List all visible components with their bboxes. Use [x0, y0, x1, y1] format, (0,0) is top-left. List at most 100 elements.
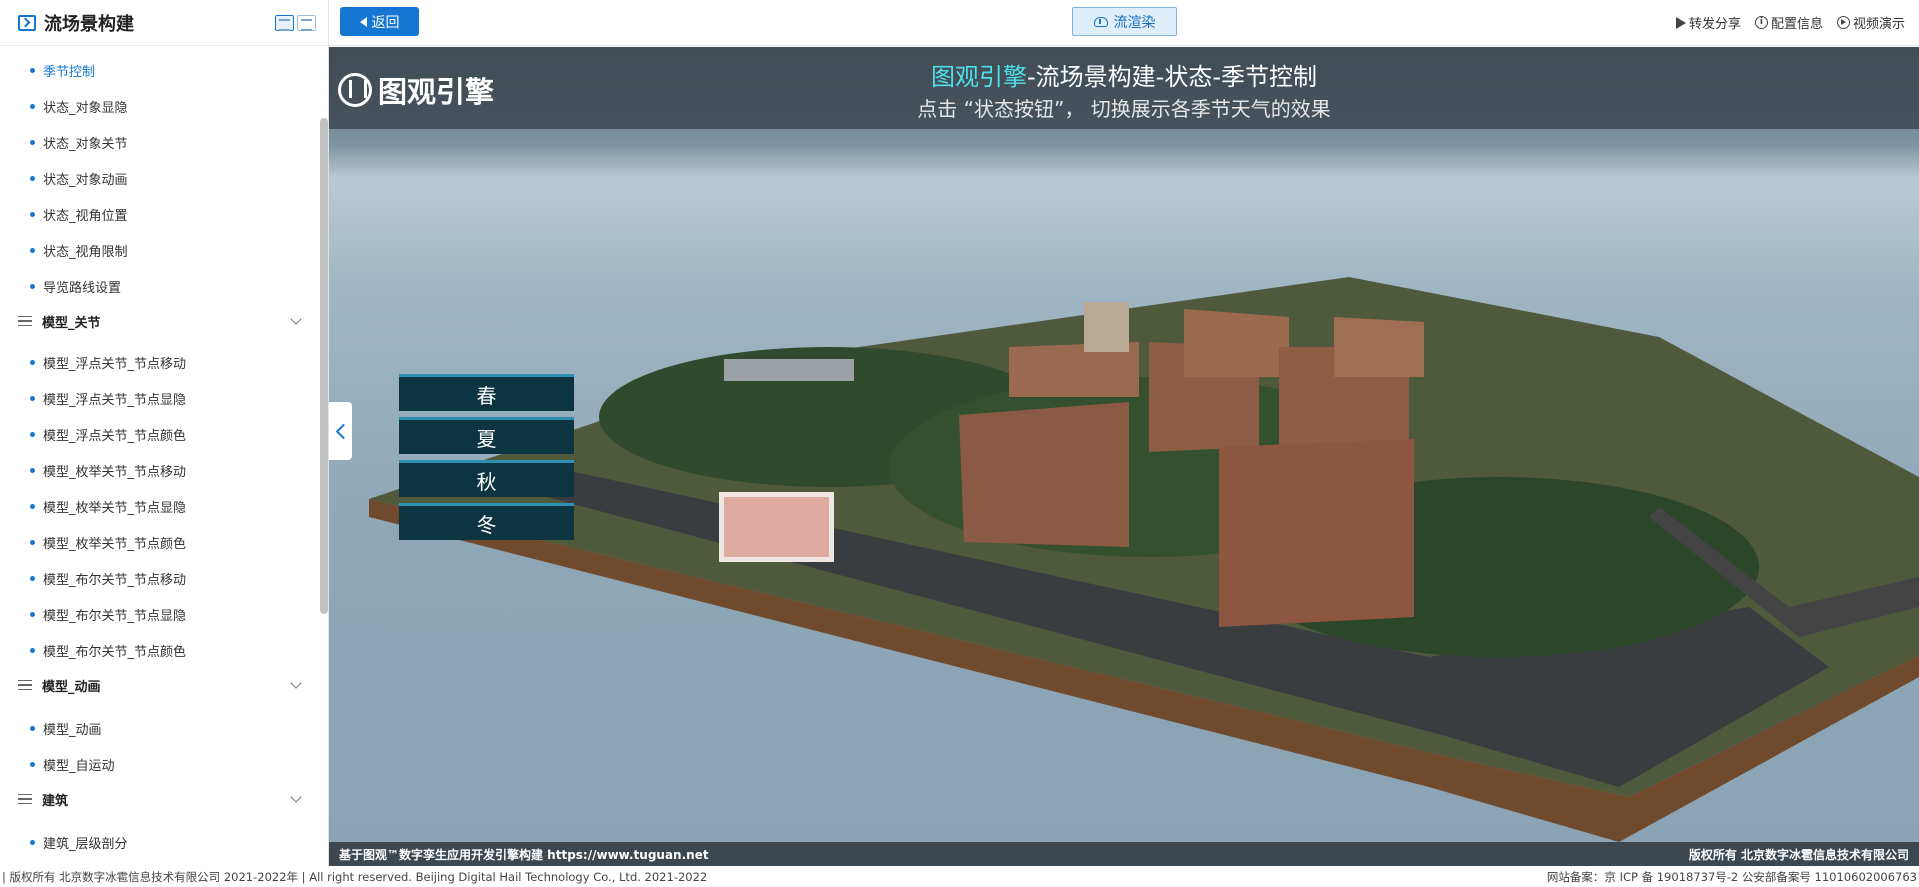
- sidebar-item[interactable]: 状态_视角位置: [30, 204, 128, 224]
- chevron-left-icon: [335, 423, 351, 439]
- sidebar-item[interactable]: 模型_浮点关节_节点显隐: [30, 388, 186, 408]
- stream-render-button[interactable]: 流渲染: [1072, 7, 1177, 36]
- sidebar-item-label: 状态_对象动画: [43, 172, 128, 188]
- sidebar-item[interactable]: 模型_自运动: [30, 754, 115, 774]
- sidebar-collapse-button[interactable]: [329, 402, 352, 460]
- sidebar-group-label: 建筑: [42, 793, 69, 809]
- bullet-icon: [30, 139, 35, 145]
- config-link[interactable]: i 配置信息: [1754, 13, 1823, 32]
- sidebar-item[interactable]: 模型_浮点关节_节点移动: [30, 352, 186, 372]
- back-arrow-icon: [359, 16, 367, 27]
- sidebar-item-label: 模型_布尔关节_节点颜色: [43, 644, 187, 660]
- topbar: 返回 流渲染 转发分享 i 配置信息 视频演示: [329, 0, 1919, 46]
- season-buttons: 春 夏 秋 冬: [399, 374, 574, 546]
- sidebar-item-label: 季节控制: [43, 64, 96, 80]
- sidebar-item[interactable]: 模型_枚举关节_节点颜色: [30, 532, 186, 552]
- sidebar-item[interactable]: 状态_视角限制: [30, 240, 128, 260]
- terminal-icon: [18, 14, 36, 31]
- sidebar-menu: 季节控制状态_对象显隐状态_对象关节 状态_对象动画 状态_视角位置 状态_视角限制导…: [0, 46, 318, 866]
- scene-viewport[interactable]: 图观引擎 图观引擎-流场景构建-状态-季节控制 点击 “状态按钮”， 切换展示各…: [329, 47, 1919, 866]
- sidebar-item[interactable]: 建筑_层级剖分: [30, 832, 128, 852]
- sidebar-item[interactable]: 状态_对象动画: [30, 168, 128, 188]
- bullet-icon: [30, 611, 35, 617]
- sidebar-group[interactable]: 建筑: [18, 788, 306, 810]
- bullet-icon: [30, 431, 35, 437]
- season-autumn-button[interactable]: 秋: [399, 460, 574, 497]
- play-icon: [1836, 16, 1850, 29]
- cloud-upload-icon: [1093, 16, 1108, 27]
- chevron-down-icon: [290, 791, 302, 803]
- image-view-icon[interactable]: [297, 14, 316, 31]
- scene-title-rest: -流场景构建-状态-季节控制: [1027, 63, 1317, 91]
- sidebar-item-label: 模型_浮点关节_节点显隐: [43, 392, 187, 408]
- config-label: 配置信息: [1770, 17, 1823, 32]
- chevron-down-icon: [290, 677, 302, 689]
- sidebar-group[interactable]: 模型_关节: [18, 310, 306, 332]
- sidebar-title: 流场景构建: [44, 13, 134, 35]
- bullet-icon: [30, 395, 35, 401]
- bullet-icon: [30, 647, 35, 653]
- share-link[interactable]: 转发分享: [1675, 13, 1741, 32]
- sidebar-item[interactable]: 模型_浮点关节_节点颜色: [30, 424, 186, 444]
- sidebar-header: 流场景构建: [0, 0, 328, 46]
- season-winter-button[interactable]: 冬: [399, 503, 574, 540]
- bullet-icon: [30, 725, 35, 731]
- list-icon: [18, 315, 32, 327]
- info-icon: i: [1754, 16, 1768, 29]
- sidebar-item-label: 模型_布尔关节_节点显隐: [43, 608, 187, 624]
- bullet-icon: [30, 103, 35, 109]
- scene-title: 图观引擎-流场景构建-状态-季节控制: [329, 57, 1919, 92]
- bullet-icon: [30, 839, 35, 845]
- sidebar-item[interactable]: 模型_布尔关节_节点显隐: [30, 604, 186, 624]
- sidebar-item[interactable]: 状态_对象显隐: [30, 96, 128, 116]
- sidebar-group[interactable]: 模型_动画: [18, 674, 306, 696]
- bullet-icon: [30, 67, 35, 73]
- sidebar-item[interactable]: 导览路线设置: [30, 276, 121, 296]
- sidebar-item[interactable]: 季节控制: [30, 60, 95, 80]
- bullet-icon: [30, 503, 35, 509]
- video-label: 视频演示: [1852, 17, 1905, 32]
- sidebar-item[interactable]: 模型_动画: [30, 718, 102, 738]
- back-button-label: 返回: [371, 14, 400, 31]
- sidebar-item[interactable]: 模型_布尔关节_节点移动: [30, 568, 186, 588]
- topbar-actions: 转发分享 i 配置信息 视频演示: [1675, 13, 1905, 32]
- list-view-icon[interactable]: [275, 14, 294, 31]
- bullet-icon: [30, 539, 35, 545]
- sidebar-item-label: 状态_视角位置: [43, 208, 128, 224]
- bullet-icon: [30, 175, 35, 181]
- sidebar-item[interactable]: 模型_枚举关节_节点移动: [30, 460, 186, 480]
- bullet-icon: [30, 211, 35, 217]
- sidebar-item-label: 模型_枚举关节_节点移动: [43, 464, 187, 480]
- scene-title-highlight: 图观引擎: [931, 63, 1027, 91]
- sidebar-item[interactable]: 状态_对象关节: [30, 132, 128, 152]
- season-spring-button[interactable]: 春: [399, 374, 574, 411]
- scene-footer-left: 基于图观™数字孪生应用开发引擎构建 https://www.tuguan.net: [339, 847, 709, 862]
- share-icon: [1675, 16, 1686, 29]
- sidebar-item-label: 状态_视角限制: [43, 244, 128, 260]
- sidebar-item[interactable]: 模型_枚举关节_节点显隐: [30, 496, 186, 516]
- back-button[interactable]: 返回: [340, 7, 419, 36]
- list-icon: [18, 793, 32, 805]
- sidebar-item-label: 模型_枚举关节_节点颜色: [43, 536, 187, 552]
- bullet-icon: [30, 467, 35, 473]
- video-link[interactable]: 视频演示: [1836, 13, 1905, 32]
- sidebar-scrollbar[interactable]: [320, 118, 328, 614]
- season-summer-button[interactable]: 夏: [399, 417, 574, 454]
- list-icon: [18, 679, 32, 691]
- sidebar-item-label: 模型_浮点关节_节点移动: [43, 356, 187, 372]
- sidebar-item-label: 模型_动画: [43, 722, 102, 738]
- page-footer: | 版权所有 北京数字冰雹信息技术有限公司 2021-2022年 | All r…: [0, 866, 1919, 887]
- scene-footer-right: 版权所有 北京数字冰雹信息技术有限公司: [1688, 847, 1909, 862]
- sidebar-item-label: 状态_对象关节: [43, 136, 128, 152]
- bullet-icon: [30, 247, 35, 253]
- sidebar-item-label: 模型_布尔关节_节点移动: [43, 572, 187, 588]
- view-toggle: [275, 14, 316, 31]
- scene-subtitle: 点击 “状态按钮”， 切换展示各季节天气的效果: [917, 97, 1331, 121]
- sidebar-item[interactable]: 模型_布尔关节_节点颜色: [30, 640, 186, 660]
- sidebar-item-label: 模型_浮点关节_节点颜色: [43, 428, 187, 444]
- scene-header: 图观引擎 图观引擎-流场景构建-状态-季节控制 点击 “状态按钮”， 切换展示各…: [329, 47, 1919, 129]
- chevron-down-icon: [290, 313, 302, 325]
- scene-footer: 基于图观™数字孪生应用开发引擎构建 https://www.tuguan.net…: [329, 842, 1919, 866]
- stream-render-label: 流渲染: [1113, 14, 1156, 31]
- sidebar-group-label: 模型_关节: [42, 315, 101, 331]
